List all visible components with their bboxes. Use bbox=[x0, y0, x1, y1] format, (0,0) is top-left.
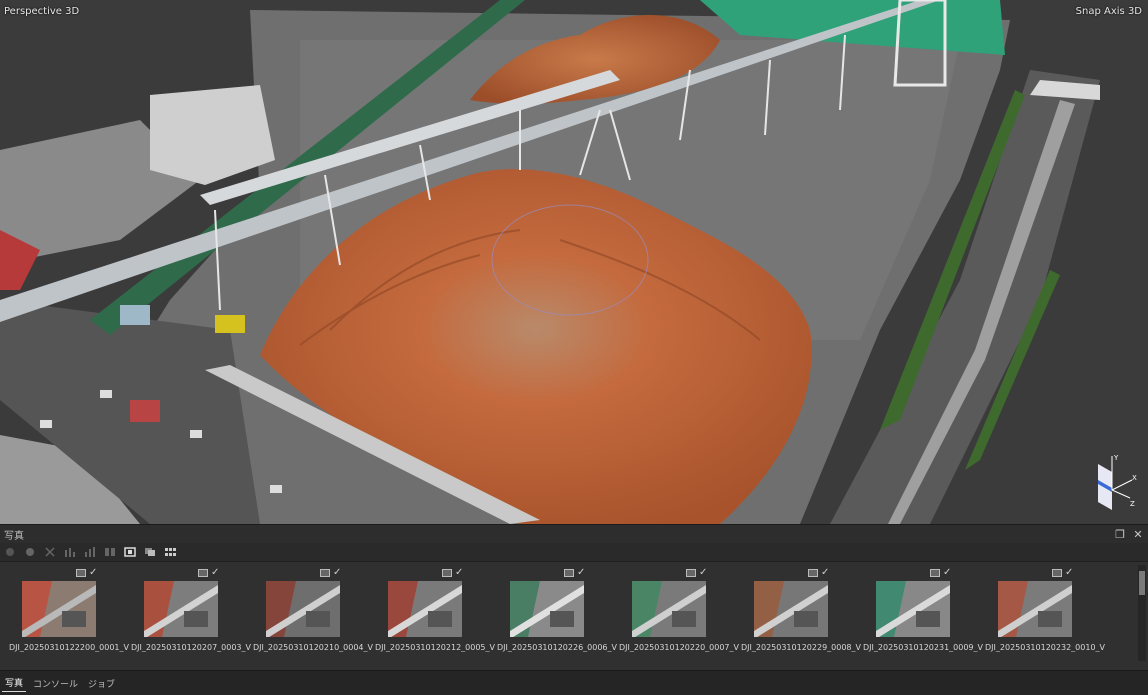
photo-filename: DJI_20250310120226_0006_V bbox=[497, 643, 617, 652]
axis-z-label: Z bbox=[1130, 500, 1135, 508]
axis-gizmo[interactable]: X Z Y bbox=[1092, 450, 1138, 516]
photo-thumbnail[interactable]: ✓ DJI_20250310120231_0009_V bbox=[862, 563, 984, 663]
photo-status-icon bbox=[930, 569, 940, 577]
photo-filename: DJI_20250310120232_0010_V bbox=[985, 643, 1105, 652]
photo-thumbnail[interactable]: ✓ DJI_20250310120220_0007_V bbox=[618, 563, 740, 663]
thumbnail-image bbox=[876, 581, 950, 637]
thumbnail-scrollbar[interactable] bbox=[1138, 565, 1146, 661]
3d-viewport[interactable]: Perspective 3D Snap Axis 3D X Z Y bbox=[0, 0, 1148, 524]
close-x-icon[interactable] bbox=[44, 546, 56, 558]
photo-thumbnail[interactable]: ✓ DJI_20250310120207_0003_V bbox=[130, 563, 252, 663]
bottom-tab-bar: 写真 コンソール ジョブ bbox=[0, 670, 1148, 695]
thumbnail-image bbox=[510, 581, 584, 637]
circle-icon[interactable] bbox=[24, 546, 36, 558]
frame-icon[interactable] bbox=[124, 546, 136, 558]
thumbnail-image bbox=[754, 581, 828, 637]
photo-filename: DJI_20250310120210_0004_V bbox=[253, 643, 373, 652]
check-icon[interactable]: ✓ bbox=[577, 568, 585, 578]
photo-filename: DJI_20250310120212_0005_V bbox=[375, 643, 495, 652]
snap-axis-label[interactable]: Snap Axis 3D bbox=[1076, 6, 1142, 17]
thumbnail-image bbox=[998, 581, 1072, 637]
photo-status-icon bbox=[1052, 569, 1062, 577]
thumb-badges: ✓ bbox=[686, 568, 707, 578]
split-icon[interactable] bbox=[104, 546, 116, 558]
check-icon[interactable]: ✓ bbox=[1065, 568, 1073, 578]
check-icon[interactable]: ✓ bbox=[699, 568, 707, 578]
thumbnail-image bbox=[632, 581, 706, 637]
overlay-icon[interactable] bbox=[144, 546, 156, 558]
photo-status-icon bbox=[686, 569, 696, 577]
photo-filename: DJI_20250310122200_0001_V bbox=[9, 643, 129, 652]
chart-icon[interactable] bbox=[64, 546, 76, 558]
thumb-badges: ✓ bbox=[564, 568, 585, 578]
photo-thumbnail[interactable]: ✓ DJI_20250310120212_0005_V bbox=[374, 563, 496, 663]
photo-filename: DJI_20250310120231_0009_V bbox=[863, 643, 983, 652]
point-cloud-scene bbox=[0, 0, 1148, 524]
photo-thumbnail[interactable]: ✓ DJI_20250310122200_0001_V bbox=[8, 563, 130, 663]
photo-panel: 写真 ❐ ✕ ✓ DJI_20250310122200_0001_V ✓ DJI_20… bbox=[0, 524, 1148, 671]
check-icon[interactable]: ✓ bbox=[821, 568, 829, 578]
grid-dropdown-icon[interactable] bbox=[164, 546, 176, 558]
tab-console[interactable]: コンソール bbox=[30, 675, 81, 692]
panel-title: 写真 bbox=[4, 530, 24, 542]
circle-filled-icon[interactable] bbox=[4, 546, 16, 558]
thumb-badges: ✓ bbox=[1052, 568, 1073, 578]
check-icon[interactable]: ✓ bbox=[89, 568, 97, 578]
scrollbar-thumb[interactable] bbox=[1139, 571, 1145, 595]
thumb-badges: ✓ bbox=[808, 568, 829, 578]
photo-filename: DJI_20250310120220_0007_V bbox=[619, 643, 739, 652]
thumbnail-image bbox=[266, 581, 340, 637]
close-icon[interactable]: ✕ bbox=[1132, 528, 1144, 541]
photo-status-icon bbox=[564, 569, 574, 577]
axis-x-label: X bbox=[1132, 474, 1137, 482]
axis-y-label: Y bbox=[1113, 454, 1119, 462]
check-icon[interactable]: ✓ bbox=[943, 568, 951, 578]
check-icon[interactable]: ✓ bbox=[333, 568, 341, 578]
photo-status-icon bbox=[76, 569, 86, 577]
undock-icon[interactable]: ❐ bbox=[1114, 528, 1126, 541]
photo-status-icon bbox=[198, 569, 208, 577]
photo-thumbnail[interactable]: ✓ DJI_20250310120232_0010_V bbox=[984, 563, 1106, 663]
chart-icon-2[interactable] bbox=[84, 546, 96, 558]
thumbnail-image bbox=[388, 581, 462, 637]
thumb-badges: ✓ bbox=[198, 568, 219, 578]
thumb-badges: ✓ bbox=[320, 568, 341, 578]
photo-status-icon bbox=[442, 569, 452, 577]
thumb-badges: ✓ bbox=[930, 568, 951, 578]
photo-filename: DJI_20250310120207_0003_V bbox=[131, 643, 251, 652]
thumb-badges: ✓ bbox=[76, 568, 97, 578]
photo-toolbar bbox=[0, 543, 1148, 562]
thumbnail-image bbox=[22, 581, 96, 637]
photo-thumbnail[interactable]: ✓ DJI_20250310120229_0008_V bbox=[740, 563, 862, 663]
panel-header: 写真 ❐ ✕ bbox=[0, 525, 1148, 543]
thumbnail-image bbox=[144, 581, 218, 637]
tab-photos[interactable]: 写真 bbox=[2, 674, 27, 692]
thumbnail-strip: ✓ DJI_20250310122200_0001_V ✓ DJI_202503101… bbox=[0, 563, 1136, 663]
view-mode-label: Perspective 3D bbox=[4, 6, 80, 17]
check-icon[interactable]: ✓ bbox=[455, 568, 463, 578]
photo-status-icon bbox=[808, 569, 818, 577]
thumb-badges: ✓ bbox=[442, 568, 463, 578]
tab-jobs[interactable]: ジョブ bbox=[85, 675, 118, 692]
check-icon[interactable]: ✓ bbox=[211, 568, 219, 578]
photo-thumbnail[interactable]: ✓ DJI_20250310120210_0004_V bbox=[252, 563, 374, 663]
photo-filename: DJI_20250310120229_0008_V bbox=[741, 643, 861, 652]
photo-status-icon bbox=[320, 569, 330, 577]
photo-thumbnail[interactable]: ✓ DJI_20250310120226_0006_V bbox=[496, 563, 618, 663]
